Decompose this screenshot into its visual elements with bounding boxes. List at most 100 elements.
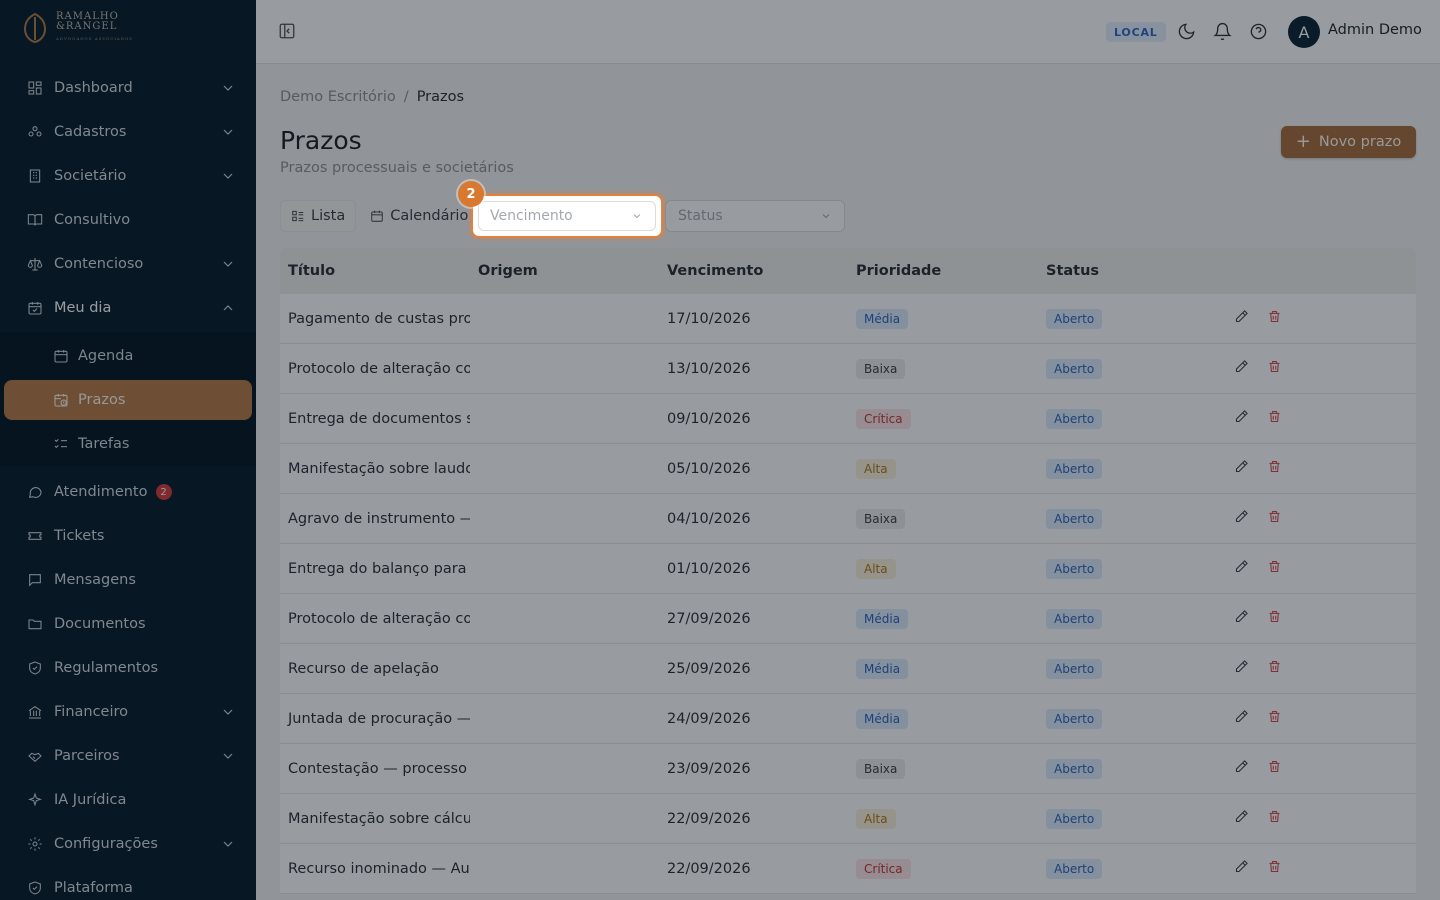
- sidebar-item-mensagens[interactable]: Mensagens: [12, 560, 244, 600]
- delete-button[interactable]: [1267, 859, 1282, 878]
- edit-button[interactable]: [1234, 809, 1249, 828]
- column-header-vencimento[interactable]: Vencimento: [659, 263, 848, 279]
- status-select[interactable]: Status: [665, 200, 845, 232]
- table-row[interactable]: Protocolo de alteração co 13/10/2026 Baixa…: [280, 344, 1416, 394]
- table-row[interactable]: Recurso inominado — Aur 22/09/2026 Crítica…: [280, 844, 1416, 894]
- sidebar-item-regulamentos[interactable]: Regulamentos: [12, 648, 244, 688]
- column-header-origem[interactable]: Origem: [470, 263, 659, 279]
- delete-button[interactable]: [1267, 509, 1282, 528]
- sidebar-item-configuracoes[interactable]: Configurações: [12, 824, 244, 864]
- edit-button[interactable]: [1234, 409, 1249, 428]
- table-row[interactable]: Manifestação sobre cálcu 22/09/2026 Alta Ab…: [280, 794, 1416, 844]
- cell-prioridade: Baixa: [848, 758, 1038, 779]
- edit-button[interactable]: [1234, 309, 1249, 328]
- brand-tagline: ADVOGADOS ASSOCIADOS: [56, 36, 134, 41]
- sidebar-item-financeiro[interactable]: Financeiro: [12, 692, 244, 732]
- table-row[interactable]: Agravo de instrumento — 04/10/2026 Baixa Ab…: [280, 494, 1416, 544]
- edit-button[interactable]: [1234, 509, 1249, 528]
- sidebar-item-ia-juridica[interactable]: IA Jurídica: [12, 780, 244, 820]
- edit-button[interactable]: [1234, 759, 1249, 778]
- vencimento-select[interactable]: Vencimento: [478, 201, 656, 231]
- column-header-title[interactable]: Título: [280, 263, 470, 279]
- table-body: Pagamento de custas pro 17/10/2026 Média Ab…: [280, 294, 1416, 894]
- sidebar-toggle-button[interactable]: [278, 22, 298, 42]
- sidebar-item-dashboard[interactable]: Dashboard: [12, 68, 244, 108]
- table-row[interactable]: Recurso de apelação 25/09/2026 Média Aberto: [280, 644, 1416, 694]
- sidebar-item-label: Meu dia: [54, 300, 112, 316]
- cell-title[interactable]: Entrega do balanço para a: [280, 561, 470, 577]
- cell-title[interactable]: Manifestação sobre cálcu: [280, 811, 470, 827]
- chevron-down-icon: [220, 80, 236, 96]
- sidebar-item-documentos[interactable]: Documentos: [12, 604, 244, 644]
- sidebar-item-societario[interactable]: Societário: [12, 156, 244, 196]
- column-header-status[interactable]: Status: [1038, 263, 1228, 279]
- delete-button[interactable]: [1267, 759, 1282, 778]
- user-name[interactable]: Admin Demo: [1328, 22, 1422, 38]
- brand-logo[interactable]: RAMALHO &RANGEL ADVOGADOS ASSOCIADOS: [22, 12, 133, 44]
- edit-button[interactable]: [1234, 359, 1249, 378]
- table-row[interactable]: Juntada de procuração — 24/09/2026 Média Ab…: [280, 694, 1416, 744]
- delete-button[interactable]: [1267, 309, 1282, 328]
- cell-title[interactable]: Protocolo de alteração co: [280, 361, 470, 377]
- delete-button[interactable]: [1267, 409, 1282, 428]
- sidebar-subitem-tarefas[interactable]: Tarefas: [4, 424, 252, 464]
- avatar[interactable]: A: [1288, 16, 1320, 48]
- cell-title[interactable]: Recurso de apelação: [280, 661, 470, 677]
- sidebar-item-consultivo[interactable]: Consultivo: [12, 200, 244, 240]
- theme-toggle-button[interactable]: [1177, 22, 1197, 42]
- cell-title[interactable]: Agravo de instrumento —: [280, 511, 470, 527]
- bank-icon: [28, 706, 42, 719]
- notifications-button[interactable]: [1213, 22, 1233, 42]
- table-row[interactable]: Protocolo de alteração co 27/09/2026 Média…: [280, 594, 1416, 644]
- cell-title[interactable]: Manifestação sobre laudo: [280, 461, 470, 477]
- cell-title[interactable]: Contestação — processo: [280, 761, 470, 777]
- sidebar-item-plataforma[interactable]: Plataforma: [12, 868, 244, 900]
- delete-button[interactable]: [1267, 459, 1282, 478]
- edit-button[interactable]: [1234, 559, 1249, 578]
- sidebar-item-parceiros[interactable]: Parceiros: [12, 736, 244, 776]
- help-button[interactable]: [1249, 22, 1269, 42]
- tab-list[interactable]: Lista: [280, 200, 357, 232]
- trash-icon: [1269, 710, 1280, 723]
- tab-calendar[interactable]: Calendário: [360, 200, 478, 232]
- sidebar-item-meu-dia[interactable]: Meu dia: [12, 288, 244, 328]
- delete-button[interactable]: [1267, 709, 1282, 728]
- cell-title[interactable]: Protocolo de alteração co: [280, 611, 470, 627]
- cell-vencimento: 04/10/2026: [667, 510, 751, 527]
- column-header-prioridade[interactable]: Prioridade: [848, 263, 1038, 279]
- new-deadline-button[interactable]: + Novo prazo: [1281, 126, 1416, 158]
- sidebar-item-tickets[interactable]: Tickets: [12, 516, 244, 556]
- edit-button[interactable]: [1234, 859, 1249, 878]
- chevron-down-icon: [220, 124, 236, 140]
- cell-title[interactable]: Pagamento de custas pro: [280, 311, 470, 327]
- sidebar-subitem-agenda[interactable]: Agenda: [4, 336, 252, 376]
- delete-button[interactable]: [1267, 609, 1282, 628]
- edit-button[interactable]: [1234, 459, 1249, 478]
- edit-button[interactable]: [1234, 609, 1249, 628]
- delete-button[interactable]: [1267, 659, 1282, 678]
- table-row[interactable]: Contestação — processo 23/09/2026 Baixa Abe…: [280, 744, 1416, 794]
- cell-title[interactable]: Recurso inominado — Aur: [280, 861, 470, 877]
- edit-button[interactable]: [1234, 659, 1249, 678]
- cell-title[interactable]: Entrega de documentos so: [280, 411, 470, 427]
- sidebar-item-atendimento[interactable]: Atendimento 2: [12, 472, 244, 512]
- sidebar-item-label: Consultivo: [54, 212, 131, 228]
- edit-button[interactable]: [1234, 709, 1249, 728]
- table-row[interactable]: Manifestação sobre laudo 05/10/2026 Alta Ab…: [280, 444, 1416, 494]
- sidebar-item-cadastros[interactable]: Cadastros: [12, 112, 244, 152]
- delete-button[interactable]: [1267, 359, 1282, 378]
- cell-title[interactable]: Juntada de procuração —: [280, 711, 470, 727]
- sidebar-subitem-prazos[interactable]: Prazos: [4, 380, 252, 420]
- pencil-icon: [1235, 560, 1248, 573]
- delete-button[interactable]: [1267, 559, 1282, 578]
- delete-button[interactable]: [1267, 809, 1282, 828]
- vencimento-select-highlight[interactable]: Vencimento: [471, 194, 663, 238]
- table-row[interactable]: Entrega do balanço para a 01/10/2026 Alta A…: [280, 544, 1416, 594]
- breadcrumb-root[interactable]: Demo Escritório: [280, 89, 396, 105]
- row-actions: [1228, 559, 1416, 578]
- sidebar-item-label: Documentos: [54, 616, 146, 632]
- table-row[interactable]: Pagamento de custas pro 17/10/2026 Média Ab…: [280, 294, 1416, 344]
- cell-vencimento: 13/10/2026: [667, 360, 751, 377]
- sidebar-item-contencioso[interactable]: Contencioso: [12, 244, 244, 284]
- table-row[interactable]: Entrega de documentos so 09/10/2026 Crític…: [280, 394, 1416, 444]
